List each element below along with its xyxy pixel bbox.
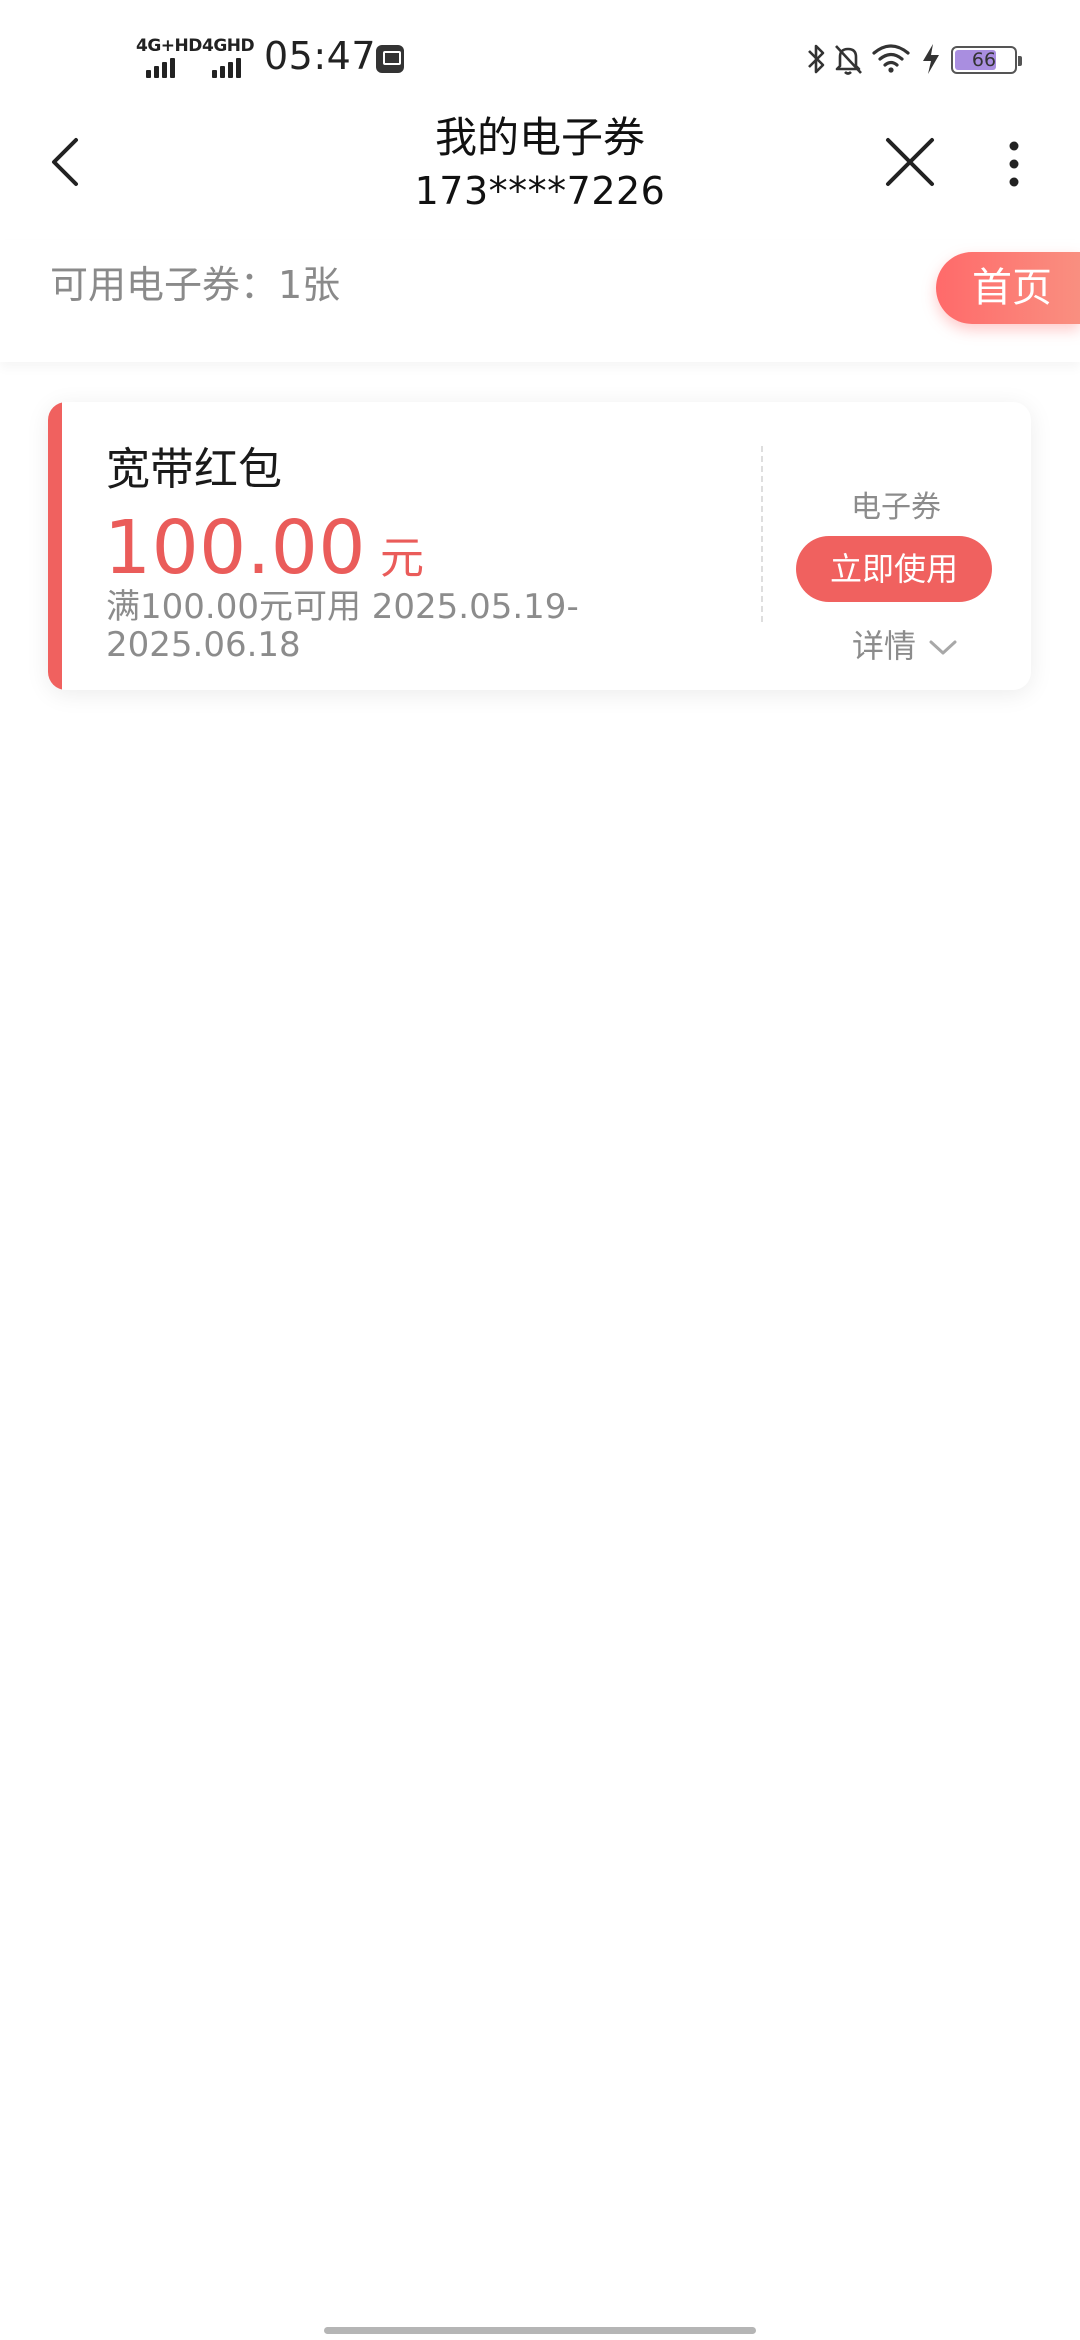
close-button[interactable]	[880, 122, 940, 202]
coupon-accent-bar	[48, 402, 62, 690]
battery-level: 66	[971, 49, 997, 71]
screenshot-app-icon	[376, 45, 404, 73]
status-time: 05:47	[264, 34, 377, 78]
charging-icon	[923, 44, 939, 74]
more-vertical-icon	[1009, 141, 1019, 187]
battery-icon: 66	[951, 46, 1022, 74]
available-count: 可用电子券：1张	[50, 263, 341, 307]
screen: 4G+HD 4GHD 05:47 66 我的电子券 173****7226 可用…	[0, 0, 1080, 2340]
summary-bar: 可用电子券：1张 首页	[0, 240, 1080, 362]
detail-label: 详情	[852, 627, 917, 665]
signal-bars-1-icon	[146, 58, 175, 78]
chevron-down-icon	[929, 640, 957, 655]
more-button[interactable]	[996, 124, 1032, 204]
mute-bell-icon	[835, 45, 862, 75]
coupon-type-label: 电子券	[851, 490, 941, 525]
signal-2: 4GHD	[202, 36, 255, 78]
coupon-unit: 元	[379, 533, 424, 584]
network-type-1: 4G+HD	[136, 36, 202, 56]
coupon-condition: 满100.00元可用 2025.05.19-2025.06.18	[106, 587, 579, 665]
home-indicator[interactable]	[324, 2327, 756, 2334]
coupon-amount-row: 100.00 元	[104, 506, 424, 590]
coupon-divider	[761, 446, 763, 622]
wifi-icon	[872, 44, 910, 73]
coupon-amount: 100.00	[104, 505, 366, 591]
close-icon	[886, 138, 934, 186]
bluetooth-icon	[808, 44, 825, 74]
nav-bar: 我的电子券 173****7226	[0, 110, 1080, 240]
signal-1: 4G+HD	[136, 38, 202, 78]
home-button[interactable]: 首页	[936, 252, 1080, 324]
detail-toggle[interactable]: 详情	[852, 624, 958, 668]
status-bar: 4G+HD 4GHD 05:47 66	[0, 0, 1080, 110]
signal-bars-2-icon	[212, 58, 241, 78]
use-now-button[interactable]: 立即使用	[796, 536, 992, 602]
coupon-card: 宽带红包 100.00 元 满100.00元可用 2025.05.19-2025…	[48, 402, 1031, 690]
coupon-name: 宽带红包	[106, 444, 282, 495]
network-type-2: 4GHD	[202, 36, 255, 56]
